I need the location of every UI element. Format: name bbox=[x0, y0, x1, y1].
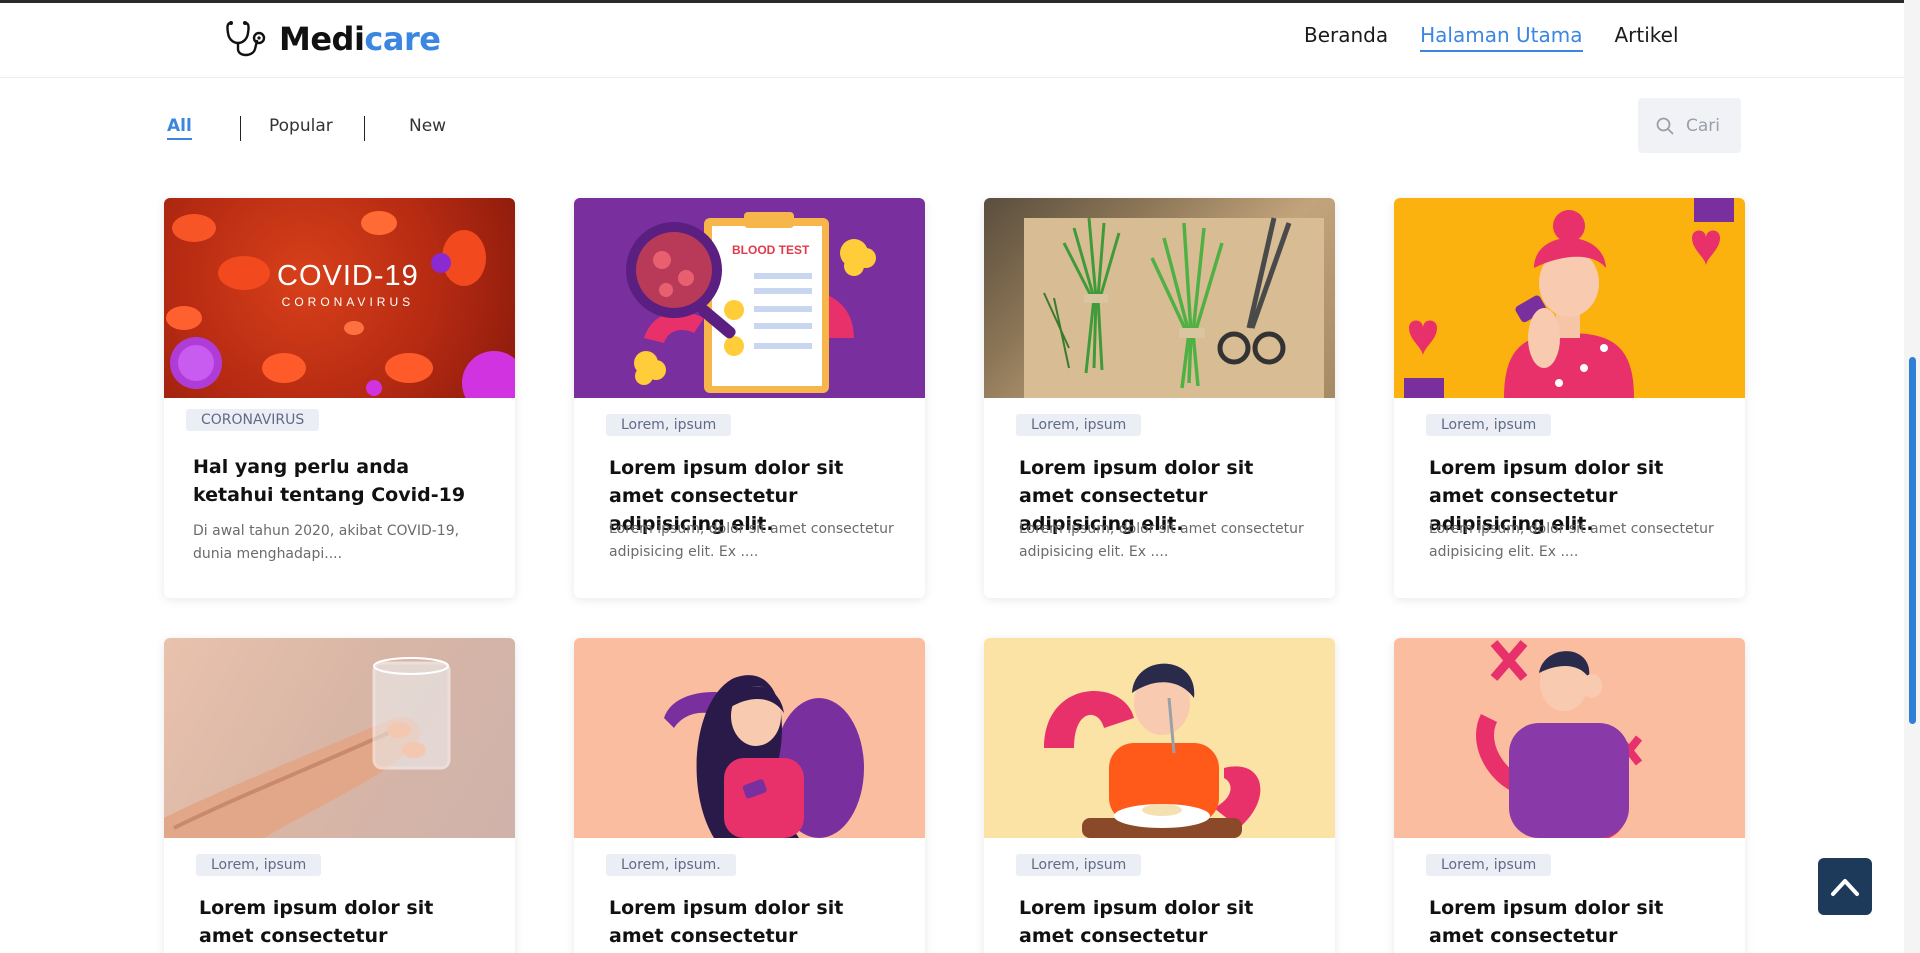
article-card[interactable]: BLOOD TEST Lorem, ipsum Lorem ipsum dolo… bbox=[574, 198, 925, 598]
search-box[interactable]: Cari bbox=[1638, 98, 1741, 153]
category-tag[interactable]: Lorem, ipsum bbox=[1426, 854, 1552, 876]
article-card[interactable]: COVID-19 CORONAVIRUS CORONAVIRUS Hal yan… bbox=[164, 198, 515, 598]
filter-divider bbox=[240, 116, 241, 141]
blood-test-illustration: BLOOD TEST bbox=[626, 212, 876, 393]
nav-item-halaman-utama[interactable]: Halaman Utama bbox=[1420, 23, 1583, 52]
category-tag[interactable]: Lorem, ipsum bbox=[1016, 854, 1142, 876]
logo[interactable]: Medicare bbox=[225, 19, 441, 59]
hand-glass-illustration bbox=[164, 657, 451, 838]
man-in-pain-illustration-art bbox=[1476, 640, 1643, 838]
article-excerpt: Lorem ipsum, dolor sit amet consectetur … bbox=[1019, 521, 1304, 560]
search-placeholder: Cari bbox=[1686, 115, 1720, 136]
category-tag[interactable]: Lorem, ipsum bbox=[1426, 414, 1552, 436]
nav-item-beranda[interactable]: Beranda bbox=[1304, 23, 1388, 52]
back-to-top-button[interactable] bbox=[1818, 858, 1872, 915]
article-title[interactable]: Lorem ipsum dolor sit amet consectetur a… bbox=[1429, 894, 1719, 953]
article-title[interactable]: Lorem ipsum dolor sit amet consectetur a… bbox=[609, 894, 899, 953]
main-nav: Beranda Halaman Utama Artikel bbox=[1304, 23, 1679, 52]
article-title[interactable]: Hal yang perlu anda ketahui tentang Covi… bbox=[193, 453, 483, 509]
image-title: COVID-19 bbox=[277, 260, 419, 292]
woman-with-medicine-illustration bbox=[1394, 198, 1745, 398]
article-excerpt: Lorem ipsum, dolor sit amet consectetur … bbox=[609, 521, 894, 560]
stethoscope-icon bbox=[226, 21, 266, 57]
filter-popular[interactable]: Popular bbox=[269, 116, 333, 136]
brand-name: Medicare bbox=[279, 20, 441, 58]
article-card[interactable]: Lorem, ipsum Lorem ipsum dolor sit amet … bbox=[984, 638, 1335, 953]
brand-part-2: care bbox=[364, 20, 441, 58]
covid-19-coronavirus-banner: COVID-19 CORONAVIRUS bbox=[164, 198, 515, 398]
category-tag[interactable]: Lorem, ipsum bbox=[196, 854, 322, 876]
article-card[interactable]: Lorem, ipsum Lorem ipsum dolor sit amet … bbox=[1394, 638, 1745, 953]
woman-illustration bbox=[1404, 198, 1734, 398]
hand-holding-glass-photo bbox=[164, 638, 515, 838]
article-excerpt: Di awal tahun 2020, akibat COVID-19, dun… bbox=[193, 523, 460, 562]
woman-long-hair-illustration-art bbox=[664, 675, 864, 838]
filter-all[interactable]: All bbox=[167, 116, 192, 140]
image-subtitle: CORONAVIRUS bbox=[281, 295, 415, 309]
category-filters: All Popular New bbox=[167, 116, 567, 141]
chevron-up-icon bbox=[1831, 878, 1859, 896]
category-tag[interactable]: Lorem, ipsum bbox=[606, 414, 732, 436]
wheatgrass-illustration bbox=[1024, 217, 1324, 398]
filter-divider bbox=[364, 116, 365, 141]
blood-test-clipboard-illustration: BLOOD TEST bbox=[574, 198, 925, 398]
article-excerpt: Lorem ipsum, dolor sit amet consectetur … bbox=[1429, 521, 1714, 560]
brand-part-1: Medi bbox=[279, 20, 365, 58]
article-card[interactable]: Lorem, ipsum Lorem ipsum dolor sit amet … bbox=[984, 198, 1335, 598]
article-card[interactable]: Lorem, ipsum. Lorem ipsum dolor sit amet… bbox=[574, 638, 925, 953]
article-title[interactable]: Lorem ipsum dolor sit amet consectetur a… bbox=[199, 894, 489, 953]
filter-new[interactable]: New bbox=[409, 116, 446, 136]
image-title: BLOOD TEST bbox=[732, 243, 810, 257]
category-tag[interactable]: CORONAVIRUS bbox=[186, 409, 320, 431]
man-in-pain-illustration bbox=[1394, 638, 1745, 838]
category-tag[interactable]: Lorem, ipsum. bbox=[606, 854, 736, 876]
man-eating-illustration-art bbox=[1044, 663, 1261, 838]
site-header: Medicare Beranda Halaman Utama Artikel bbox=[0, 3, 1904, 78]
article-title[interactable]: Lorem ipsum dolor sit amet consectetur a… bbox=[1019, 894, 1309, 953]
scrollbar-thumb[interactable] bbox=[1909, 357, 1916, 724]
article-card[interactable]: Lorem, ipsum Lorem ipsum dolor sit amet … bbox=[1394, 198, 1745, 598]
wheatgrass-scissors-photo bbox=[984, 198, 1335, 398]
man-eating-illustration bbox=[984, 638, 1335, 838]
nav-item-artikel[interactable]: Artikel bbox=[1615, 23, 1679, 52]
article-card[interactable]: Lorem, ipsum Lorem ipsum dolor sit amet … bbox=[164, 638, 515, 953]
category-tag[interactable]: Lorem, ipsum bbox=[1016, 414, 1142, 436]
search-icon bbox=[1656, 117, 1674, 134]
woman-long-hair-illustration bbox=[574, 638, 925, 838]
